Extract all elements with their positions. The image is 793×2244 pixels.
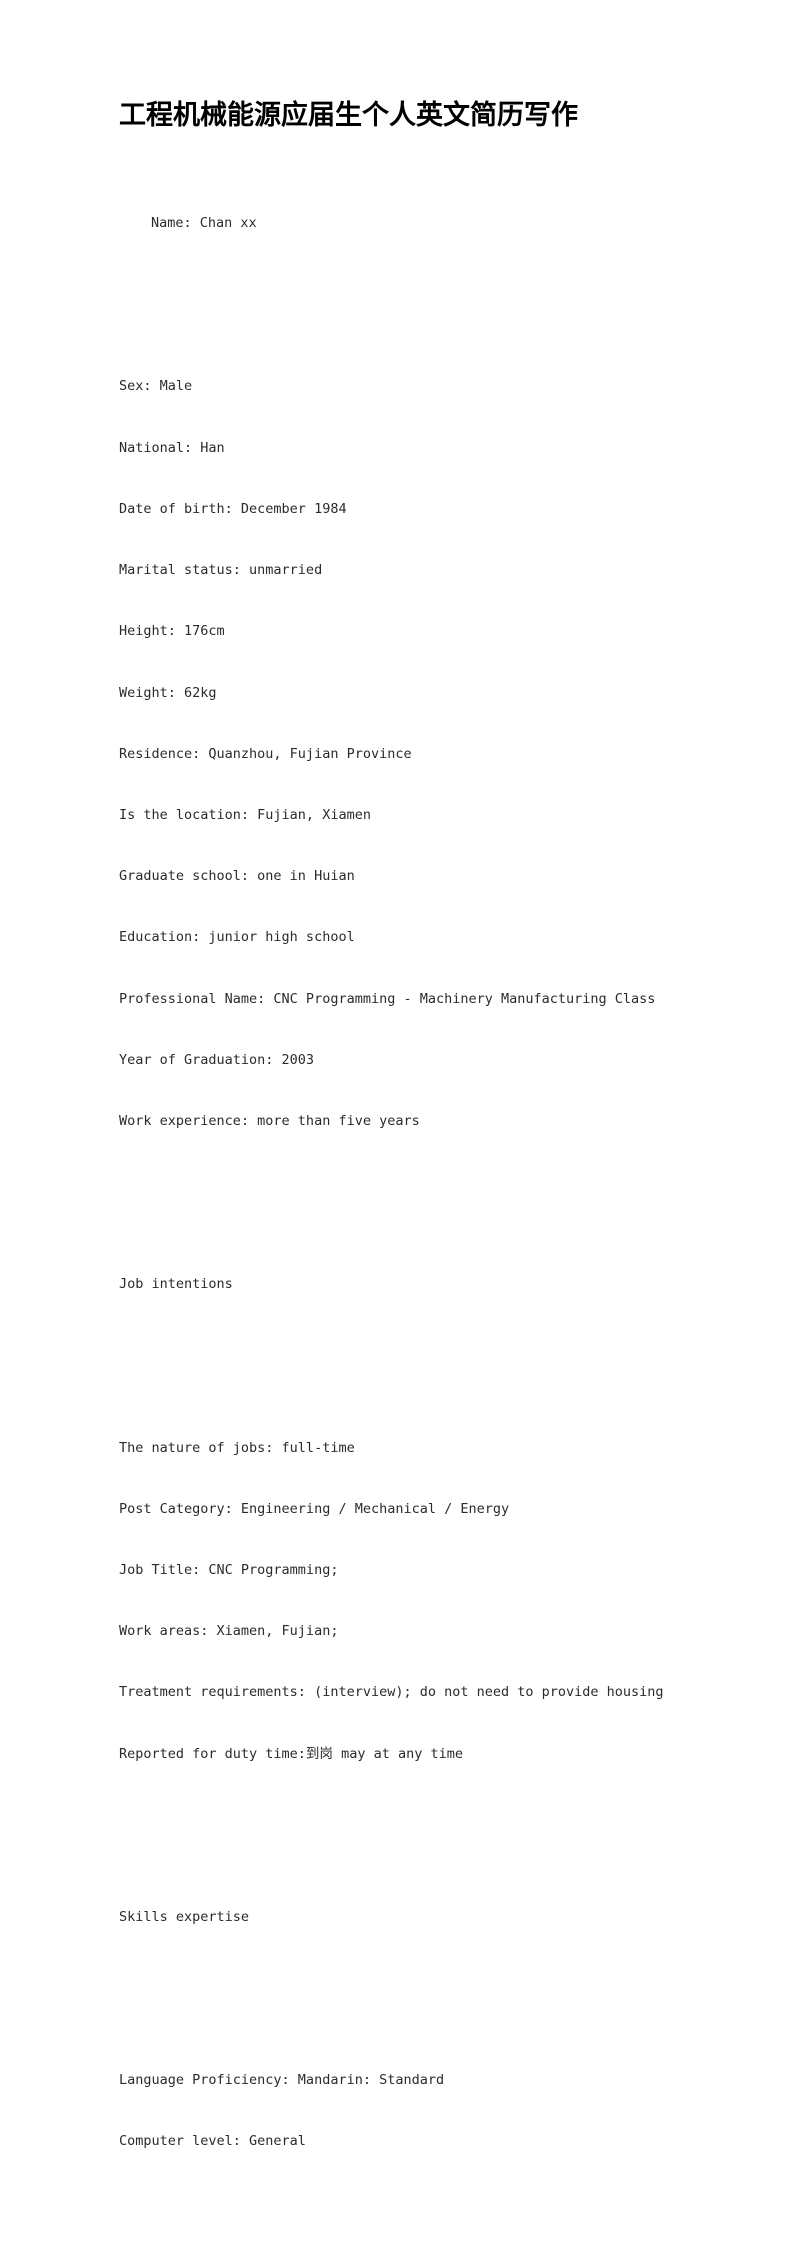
skills-line: Computer level: General xyxy=(119,2133,306,2150)
info-line: Weight: 62kg xyxy=(119,684,217,701)
info-line: Education: junior high school xyxy=(119,929,355,946)
page-title: 工程机械能源应届生个人英文简历写作 xyxy=(119,100,578,131)
job-intentions-line: Job Title: CNC Programming; xyxy=(119,1561,339,1578)
skills-line: Language Proficiency: Mandarin: Standard xyxy=(119,2072,445,2089)
job-intentions-line: Reported for duty time:到岗 may at any tim… xyxy=(119,1745,463,1762)
job-intentions-line: Work areas: Xiamen, Fujian; xyxy=(119,1623,339,1640)
info-line: Graduate school: one in Huian xyxy=(119,868,355,885)
info-line: Marital status: unmarried xyxy=(119,562,323,579)
job-intentions-line: Treatment requirements: (interview); do … xyxy=(119,1684,664,1701)
info-line: National: Han xyxy=(119,439,225,456)
info-line: Year of Graduation: 2003 xyxy=(119,1051,315,1068)
document-body: Name: Chan xx Sex: Male National: Han Da… xyxy=(119,152,739,2244)
section-heading-job-intentions: Job intentions xyxy=(119,1276,233,1293)
document-page: 工程机械能源应届生个人英文简历写作 Name: Chan xx Sex: Mal… xyxy=(0,0,793,2149)
info-line: Height: 176cm xyxy=(119,623,225,640)
info-line: Date of birth: December 1984 xyxy=(119,500,347,517)
info-line: Residence: Quanzhou, Fujian Province xyxy=(119,745,412,762)
job-intentions-line: The nature of jobs: full-time xyxy=(119,1439,355,1456)
info-line: Professional Name: CNC Programming - Mac… xyxy=(119,990,656,1007)
info-line: Work experience: more than five years xyxy=(119,1113,420,1130)
job-intentions-line: Post Category: Engineering / Mechanical … xyxy=(119,1500,510,1517)
info-line: Is the location: Fujian, Xiamen xyxy=(119,806,371,823)
info-line: Sex: Male xyxy=(119,378,193,395)
section-heading-skills-expertise: Skills expertise xyxy=(119,1908,250,1925)
name-line: Name: Chan xx xyxy=(151,215,257,232)
